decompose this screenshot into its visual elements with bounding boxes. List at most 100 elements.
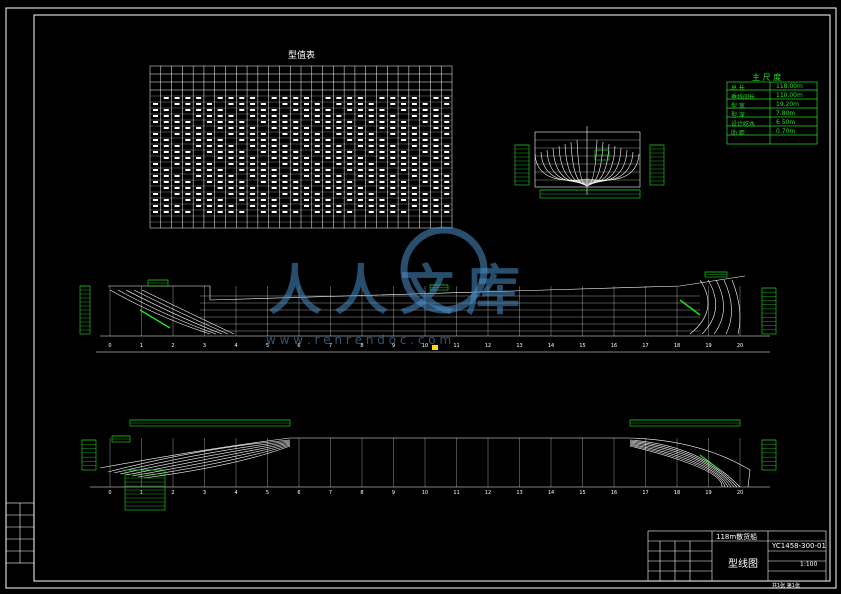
offset-table-value-mark — [153, 205, 158, 207]
half-breadth-station-label: 9 — [392, 490, 395, 496]
offset-table-value-mark — [325, 97, 331, 99]
offset-table-value-mark — [185, 169, 191, 171]
offset-table-value-mark — [228, 181, 234, 183]
half-breadth-station-label: 0 — [108, 490, 111, 496]
offset-table-value-mark — [304, 115, 309, 117]
offset-table-value-mark — [206, 145, 212, 147]
sheer-bow-buttock — [731, 279, 741, 335]
offset-table-value-mark — [314, 133, 320, 135]
offset-table-value-mark — [196, 193, 202, 195]
offset-table-value-mark — [444, 127, 450, 129]
offset-table-value-mark — [357, 109, 363, 111]
offset-table-value-mark — [153, 163, 158, 165]
offset-table-value-mark — [153, 121, 158, 123]
offset-table-value-mark — [314, 139, 320, 141]
offset-table-value-mark — [185, 157, 191, 159]
offset-table-value-mark — [228, 97, 234, 99]
offset-table-value-mark — [163, 121, 169, 123]
offset-table-value-mark — [185, 121, 191, 123]
offset-table-value-mark — [260, 199, 266, 201]
half-breadth-bow-waterline — [629, 445, 723, 488]
sheer-bow-buttock — [723, 279, 732, 335]
offset-table-value-mark — [325, 109, 331, 111]
offset-table-value-mark — [304, 109, 309, 111]
offset-table-value-mark — [325, 205, 331, 207]
offset-table-value-mark — [271, 145, 277, 147]
offset-table-value-mark — [153, 211, 158, 213]
offset-table-value-mark — [304, 169, 309, 171]
offset-table-value-mark — [250, 157, 256, 159]
offset-table-value-mark — [347, 193, 353, 195]
offset-table-value-mark — [271, 109, 277, 111]
half-breadth-stern-waterline — [143, 445, 291, 479]
offset-table-value-mark — [433, 151, 439, 153]
offset-table-value-mark — [347, 187, 353, 189]
offset-table-value-mark — [325, 121, 331, 123]
offset-table-value-mark — [433, 169, 439, 171]
offset-table-value-mark — [401, 151, 407, 153]
offset-table-value-mark — [336, 211, 342, 213]
offset-table-value-mark — [411, 187, 417, 189]
offset-table-value-mark — [347, 163, 353, 165]
offset-table-value-mark — [174, 163, 180, 165]
offset-table-value-mark — [206, 139, 212, 141]
offset-table-value-mark — [347, 97, 353, 99]
offset-table-value-mark — [206, 115, 212, 117]
half-breadth-station-label: 8 — [360, 490, 363, 496]
offset-table-value-mark — [196, 133, 202, 135]
offset-table-value-mark — [401, 181, 407, 183]
sheer-station-label: 2 — [171, 343, 174, 349]
watermark-logo-text: 人人文库 — [268, 259, 532, 322]
offset-table-value-mark — [185, 181, 191, 183]
offset-table-value-mark — [411, 103, 417, 105]
offset-table-value-mark — [411, 169, 417, 171]
offset-table-value-mark — [206, 133, 212, 135]
offset-table-value-mark — [271, 181, 277, 183]
offset-table-value-mark — [185, 103, 191, 105]
offset-table-value-mark — [433, 181, 439, 183]
offset-table-value-mark — [422, 151, 428, 153]
offset-table-value-mark — [314, 145, 320, 147]
offset-table-value-mark — [239, 199, 245, 201]
offset-table-value-mark — [357, 97, 363, 99]
offset-table-value-mark — [325, 145, 331, 147]
offset-table-value-mark — [336, 133, 342, 135]
offset-table-value-mark — [260, 211, 266, 213]
sheer-station-label: 13 — [516, 343, 522, 349]
offset-table-value-mark — [239, 157, 245, 159]
offset-table-value-mark — [390, 187, 396, 189]
offset-table-value-mark — [260, 175, 266, 177]
offset-table-value-mark — [422, 175, 428, 177]
offset-table-value-mark — [357, 187, 363, 189]
offset-table-value-mark — [401, 211, 407, 213]
offset-table-value-mark — [357, 157, 363, 159]
sheer-station-label: 0 — [108, 343, 111, 349]
offset-table-value-mark — [347, 121, 353, 123]
offset-table-value-mark — [217, 199, 223, 201]
offset-table-value-mark — [422, 139, 428, 141]
offset-table-value-mark — [325, 139, 331, 141]
left-margin-stamp — [5, 502, 35, 564]
offset-table-value-mark — [293, 133, 299, 135]
offset-table-value-mark — [325, 211, 331, 213]
offset-table-value-mark — [250, 169, 256, 171]
offset-table-value-mark — [444, 163, 450, 165]
offset-table-value-mark — [217, 181, 223, 183]
offset-table-value-mark — [368, 109, 374, 111]
half-breadth-station-label: 4 — [234, 490, 237, 496]
offset-table-value-mark — [422, 205, 428, 207]
offset-table-value-mark — [336, 145, 342, 147]
offset-table-value-mark — [379, 181, 385, 183]
offset-table-value-mark — [368, 211, 374, 213]
offset-table-value-mark — [422, 109, 428, 111]
offset-table-value-mark — [325, 181, 331, 183]
offset-table-value-mark — [271, 187, 277, 189]
offset-table-value-mark — [444, 211, 450, 213]
offset-table-value-mark — [228, 211, 234, 213]
offset-table-value-mark — [304, 175, 309, 177]
sheer-station-label: 16 — [611, 343, 617, 349]
offset-table-value-mark — [260, 193, 266, 195]
offset-table-value-mark — [282, 121, 288, 123]
offset-table-value-mark — [185, 211, 191, 213]
offset-table-value-mark — [271, 115, 277, 117]
